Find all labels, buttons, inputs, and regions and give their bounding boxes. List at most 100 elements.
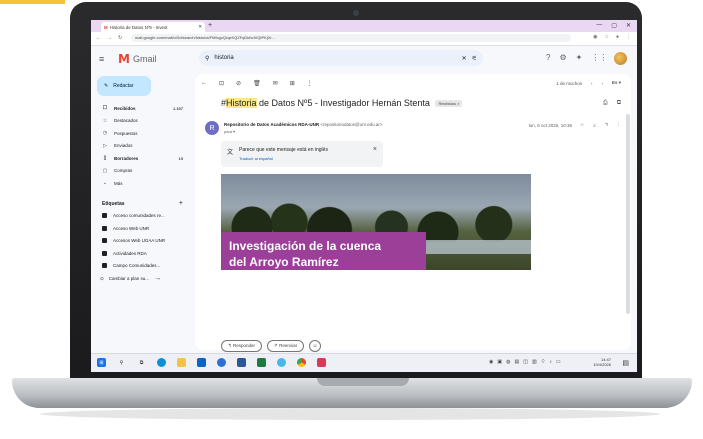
language-button[interactable]: Es ▾ [612,80,621,86]
back-icon[interactable]: ← [96,35,101,41]
inbox-label-chip[interactable]: Recibidos × [435,100,463,108]
task-view-icon[interactable]: ⧉ [137,358,146,367]
label-item[interactable]: Campo Comunidades... [91,260,191,273]
edge-icon[interactable] [157,358,166,367]
search-input[interactable]: historia [214,55,233,61]
new-tab-button[interactable]: + [208,22,212,29]
photos-icon[interactable] [277,358,286,367]
tray-icon-5[interactable]: ◫ [523,359,528,365]
taskbar-search-icon[interactable]: ⚲ [117,358,126,367]
sidebar-item-label: Enviados [114,143,133,149]
next-icon[interactable]: › [601,81,603,86]
sidebar-item-mas[interactable]: ⌄ Más [91,177,191,190]
reply-button[interactable]: ↰ Responder [221,340,263,352]
webcam [353,10,359,16]
star-message-icon[interactable]: ☆ [580,122,584,128]
snipping-tool-icon[interactable] [317,358,326,367]
tray-icon-1[interactable]: ◉ [489,359,493,365]
emoji-react-icon[interactable]: ☺ [592,123,597,128]
label-item[interactable]: Acceso Web UNR [91,222,191,235]
close-window-icon[interactable]: ✕ [626,22,631,29]
reply-icon[interactable]: ↰ [605,122,609,128]
sidebar-item-compras[interactable]: ▢ Compras [91,165,191,178]
search-options-icon[interactable]: ⚟ [472,55,477,62]
battery-icon[interactable]: ▭ [556,359,561,365]
report-spam-icon[interactable]: ⊘ [236,80,241,87]
browser-menu-icon[interactable]: ⋮ [626,34,631,40]
archive-icon[interactable]: ⊡ [219,80,224,87]
emoji-reaction-button[interactable]: ☺ [309,340,322,352]
dismiss-translate-icon[interactable]: × [373,146,377,153]
translate-link[interactable]: Traducir al español [239,156,273,161]
open-new-window-icon[interactable]: ⧉ [617,100,621,107]
tray-icon-4[interactable]: ▤ [514,359,519,365]
image-title: Investigación de la cuenca del Arroyo Ra… [229,238,381,270]
sender-avatar[interactable]: R [205,121,219,135]
upgrade-plan-link[interactable]: ⊙ Cambiar a plan su... → [91,275,191,282]
notifications-icon[interactable]: ▤ [622,359,629,367]
more-options-icon[interactable]: ⋮ [307,80,313,87]
hamburger-menu-icon[interactable]: ≡ [99,54,104,64]
print-icon[interactable]: ⎙ [603,100,608,107]
word-icon[interactable] [237,358,246,367]
tray-icon-3[interactable]: ◍ [506,359,510,365]
label-item[interactable]: Acceso comunidades re... [91,210,191,223]
translate-icon: 文 [227,150,234,156]
mark-unread-icon[interactable]: ✉ [273,80,278,87]
volume-icon[interactable]: ♪ [549,359,552,365]
account-avatar[interactable] [614,52,627,65]
delete-icon[interactable]: 🗑 [253,80,261,87]
browser-tab[interactable]: M Historia de Datos Nº5 - Invest ✕ [101,22,205,32]
add-label-icon[interactable]: + [179,200,183,207]
scrollbar[interactable] [626,114,630,314]
label-name: Campo Comunidades... [113,263,161,269]
bookmark-star-icon[interactable]: ☆ [604,34,608,40]
search-icon[interactable]: ⚲ [205,55,209,62]
reload-icon[interactable]: ↻ [118,35,122,41]
message-more-icon[interactable]: ⋮ [617,122,622,128]
outlook-icon[interactable] [197,358,206,367]
recipient-dropdown[interactable]: para ▾ [224,129,235,134]
label-name: Acceso comunidades re... [113,213,165,219]
back-to-list-icon[interactable]: ← [201,80,207,87]
minimize-icon[interactable]: — [596,22,602,29]
sidebar-item-enviados[interactable]: ▷ Enviados [91,140,191,153]
clear-search-icon[interactable]: ✕ [462,55,467,62]
forward-icon[interactable]: → [107,35,112,41]
sidebar-item-borradores[interactable]: ▯ Borradores 15 [91,152,191,165]
maximize-icon[interactable]: ▢ [611,22,617,29]
tray-icon-2[interactable]: ▣ [497,359,502,365]
tab-close-icon[interactable]: ✕ [198,24,202,30]
gmail-logo[interactable]: M Gmail [118,52,156,66]
move-to-icon[interactable]: ⊞ [290,80,295,87]
inbox-icon: ☐ [102,105,108,112]
wifi-icon[interactable]: ⌔ [541,359,546,365]
help-icon[interactable]: ? [546,53,550,62]
label-item[interactable]: Actividades RDA [91,247,191,260]
sidebar-item-destacados[interactable]: ☆ Destacados [91,115,191,128]
sidebar-item-pospuestos[interactable]: ◷ Pospuestos [91,127,191,140]
pager: 1 de muchos ‹ › Es ▾ [556,80,621,86]
taskbar-clock[interactable]: 14:47 19/4/2026 [593,357,611,367]
nav-buttons: ← → ↻ [96,35,122,41]
search-bar[interactable]: ⚲ historia ✕ ⚟ [199,50,483,66]
excel-icon[interactable] [257,358,266,367]
sidebar-item-recibidos[interactable]: ☐ Recibidos 1.157 [91,102,191,115]
prev-icon[interactable]: ‹ [591,81,593,86]
tray-icon-6[interactable]: ▥ [532,359,537,365]
file-explorer-icon[interactable] [177,358,186,367]
apps-grid-icon[interactable]: ⋮⋮ [591,53,607,62]
eye-icon[interactable]: ◉ [593,34,597,40]
label-item[interactable]: Accesos Web UGAA UNR [91,235,191,248]
profile-icon[interactable]: ● [616,34,619,40]
gemini-sparkle-icon[interactable]: ✦ [576,53,583,62]
windows-start-icon[interactable]: ⊞ [97,358,106,367]
chrome-icon[interactable] [297,358,306,367]
forward-button[interactable]: ↱ Reenviar [267,340,305,352]
settings-gear-icon[interactable]: ⚙ [559,53,566,62]
sidebar-item-count: 1.157 [172,105,183,111]
subject-actions: ⎙ ⧉ [603,100,621,107]
teams-icon[interactable] [217,358,226,367]
address-bar[interactable]: mail.google.com/mail/u/0/#search/histori… [131,34,571,42]
compose-button[interactable]: ✎ Redactar [97,76,151,96]
